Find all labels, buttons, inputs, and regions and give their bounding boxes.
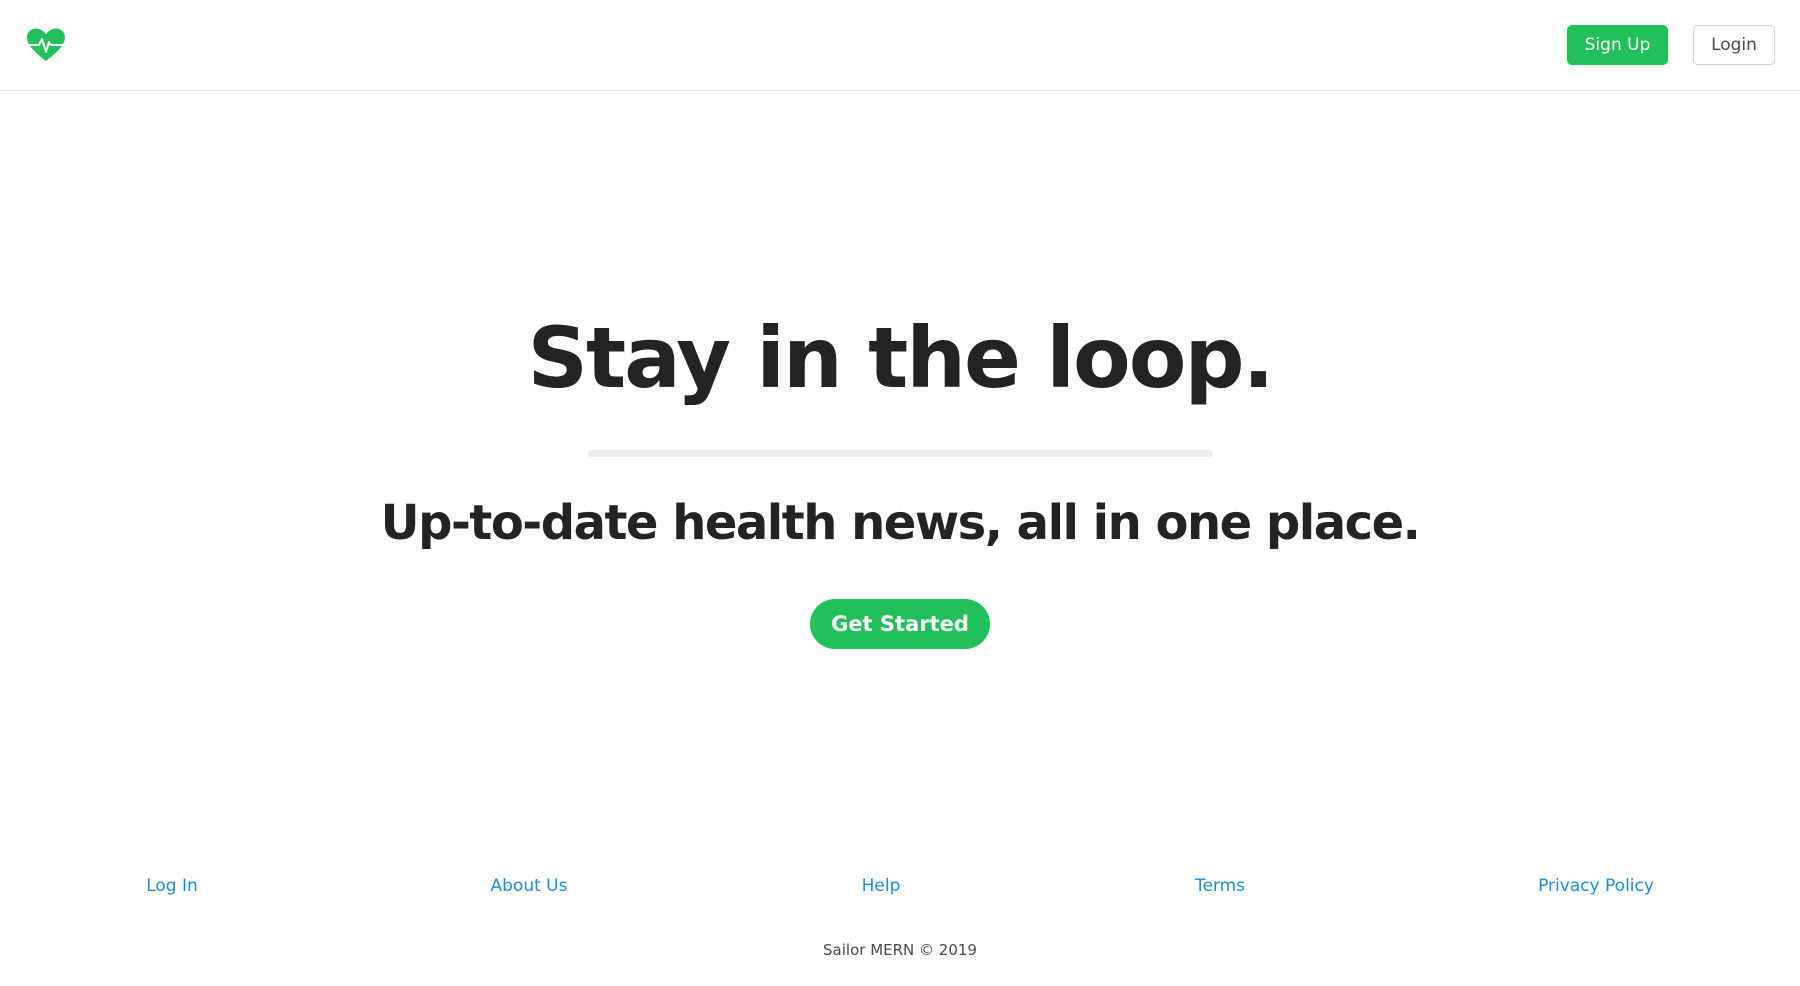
footer-links: Log In About Us Help Terms Privacy Polic… — [0, 876, 1800, 900]
landing-page: Sign Up Login Stay in the loop. Up-to-da… — [0, 0, 1800, 986]
top-header: Sign Up Login — [0, 0, 1800, 91]
footer-link-privacy-policy[interactable]: Privacy Policy — [1538, 876, 1654, 896]
footer-link-terms[interactable]: Terms — [1195, 876, 1245, 896]
footer-copyright: Sailor MERN © 2019 — [823, 941, 977, 959]
hero-subtitle: Up-to-date health news, all in one place… — [380, 495, 1421, 551]
hero-divider — [588, 450, 1213, 457]
login-button[interactable]: Login — [1693, 25, 1775, 65]
hero-title: Stay in the loop. — [527, 309, 1274, 407]
logo[interactable] — [25, 27, 67, 63]
sign-up-button[interactable]: Sign Up — [1567, 25, 1668, 65]
footer-link-log-in[interactable]: Log In — [146, 876, 198, 896]
get-started-button[interactable]: Get Started — [810, 599, 990, 649]
heart-pulse-icon — [27, 28, 65, 61]
footer-link-help[interactable]: Help — [862, 876, 901, 896]
footer-link-about-us[interactable]: About Us — [491, 876, 568, 896]
